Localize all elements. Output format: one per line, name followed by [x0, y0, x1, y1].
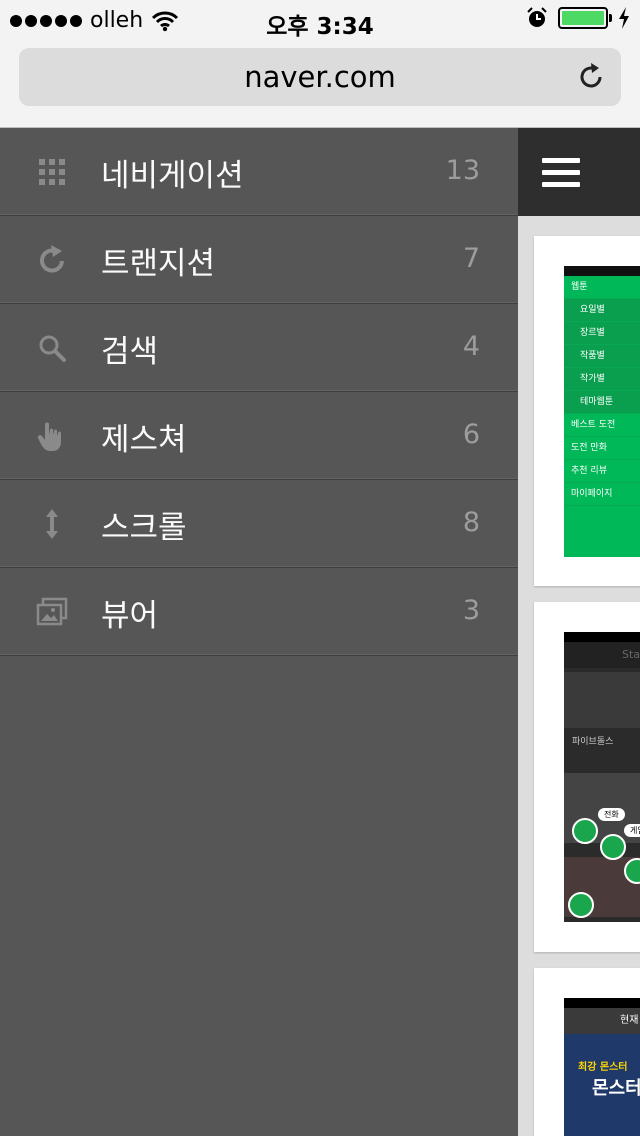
address-bar[interactable]: naver.com [19, 48, 621, 106]
menu-item-transition[interactable]: 트랜지션 7 [0, 216, 518, 304]
menu-item-viewer[interactable]: 뷰어 3 [0, 568, 518, 656]
status-bar: olleh 오후 3:34 [0, 0, 640, 40]
thumb-menu-row: 웹툰 [564, 276, 640, 299]
preview-card-webtoon[interactable]: 웹툰 요일별 장르별 작품별 작가별 테마웹툰 베스트 도전 도전 만화 추천 … [534, 236, 640, 586]
thumb-menu-row: 장르별 [564, 322, 640, 345]
content-panel: 웹툰 요일별 장르별 작품별 작가별 테마웹툰 베스트 도전 도전 만화 추천 … [518, 128, 640, 1136]
vertical-arrows-icon [46, 509, 58, 539]
menu-item-gesture[interactable]: 제스쳐 6 [0, 392, 518, 480]
charging-bolt-icon [619, 7, 629, 29]
thumb-menu-row: 추천 리뷰 [564, 460, 640, 483]
thumb-menu-row: 작품별 [564, 345, 640, 368]
preview-card-movie[interactable]: 현재 최강 몬스터 몬스터 [534, 968, 640, 1136]
menu-item-count: 4 [462, 331, 480, 362]
content-header [518, 128, 640, 216]
menu-item-count: 3 [462, 595, 480, 626]
menu-item-label: 네비게이션 [101, 158, 244, 194]
movie-thumbnail: 현재 최강 몬스터 몬스터 [564, 998, 640, 1136]
thumbnail-status-bar [564, 266, 640, 276]
thumbnail-status-bar [564, 632, 640, 642]
browser-toolbar: naver.com [0, 40, 640, 128]
menu-item-label: 뷰어 [101, 598, 159, 634]
refresh-icon [40, 245, 64, 273]
thumb-title: Sta [564, 642, 640, 668]
thumb-bubble: 게임 [624, 824, 640, 837]
thumb-caption: 파이브돌스 [572, 737, 614, 747]
thumb-photo [564, 672, 640, 728]
search-icon [39, 335, 66, 362]
thumb-banner-top: 최강 몬스터 [578, 1062, 628, 1073]
thumb-menu-row: 도전 만화 [564, 437, 640, 460]
menu-item-label: 제스쳐 [101, 422, 187, 458]
menu-item-search[interactable]: 검색 4 [0, 304, 518, 392]
url-text[interactable]: naver.com [19, 60, 621, 94]
menu-item-label: 스크롤 [101, 510, 187, 546]
floating-buttons-thumbnail: Sta 파이브돌스 전화 게임 [564, 632, 640, 922]
hand-pointer-icon [37, 422, 61, 451]
side-menu: 네비게이션 13 트랜지션 7 검색 4 제스쳐 6 스크롤 8 뷰어 3 [0, 128, 518, 1136]
preview-card-floating-buttons[interactable]: Sta 파이브돌스 전화 게임 [534, 602, 640, 952]
battery-icon [558, 7, 612, 29]
menu-item-count: 6 [462, 419, 480, 450]
menu-item-scroll[interactable]: 스크롤 8 [0, 480, 518, 568]
thumb-banner-main: 몬스터 [592, 1078, 640, 1099]
close-icon [568, 892, 594, 918]
reload-icon[interactable] [575, 61, 607, 93]
menu-item-label: 트랜지션 [101, 246, 216, 282]
thumb-bubble: 전화 [598, 808, 625, 821]
menu-item-count: 13 [445, 155, 480, 186]
alarm-icon [527, 7, 547, 27]
thumb-menu-row: 테마웹툰 [564, 391, 640, 414]
menu-item-label: 검색 [101, 334, 159, 370]
menu-item-count: 7 [462, 243, 480, 274]
hamburger-menu-icon[interactable] [542, 158, 580, 188]
status-right [526, 7, 630, 29]
thumb-menu-row: 요일별 [564, 299, 640, 322]
thumb-menu-row: 베스트 도전 [564, 414, 640, 437]
thumbnail-status-bar [564, 998, 640, 1008]
thumb-menu-row: 마이페이지 [564, 483, 640, 506]
thumb-title: 현재 [564, 1008, 640, 1034]
menu-item-count: 8 [462, 507, 480, 538]
gamepad-icon [600, 834, 626, 860]
webtoon-menu-thumbnail: 웹툰 요일별 장르별 작품별 작가별 테마웹툰 베스트 도전 도전 만화 추천 … [564, 266, 640, 557]
phone-icon [572, 818, 598, 844]
menu-item-navigation[interactable]: 네비게이션 13 [0, 128, 518, 216]
grid-icon [39, 159, 65, 185]
gallery-icon [36, 597, 68, 626]
thumb-menu-row: 작가별 [564, 368, 640, 391]
